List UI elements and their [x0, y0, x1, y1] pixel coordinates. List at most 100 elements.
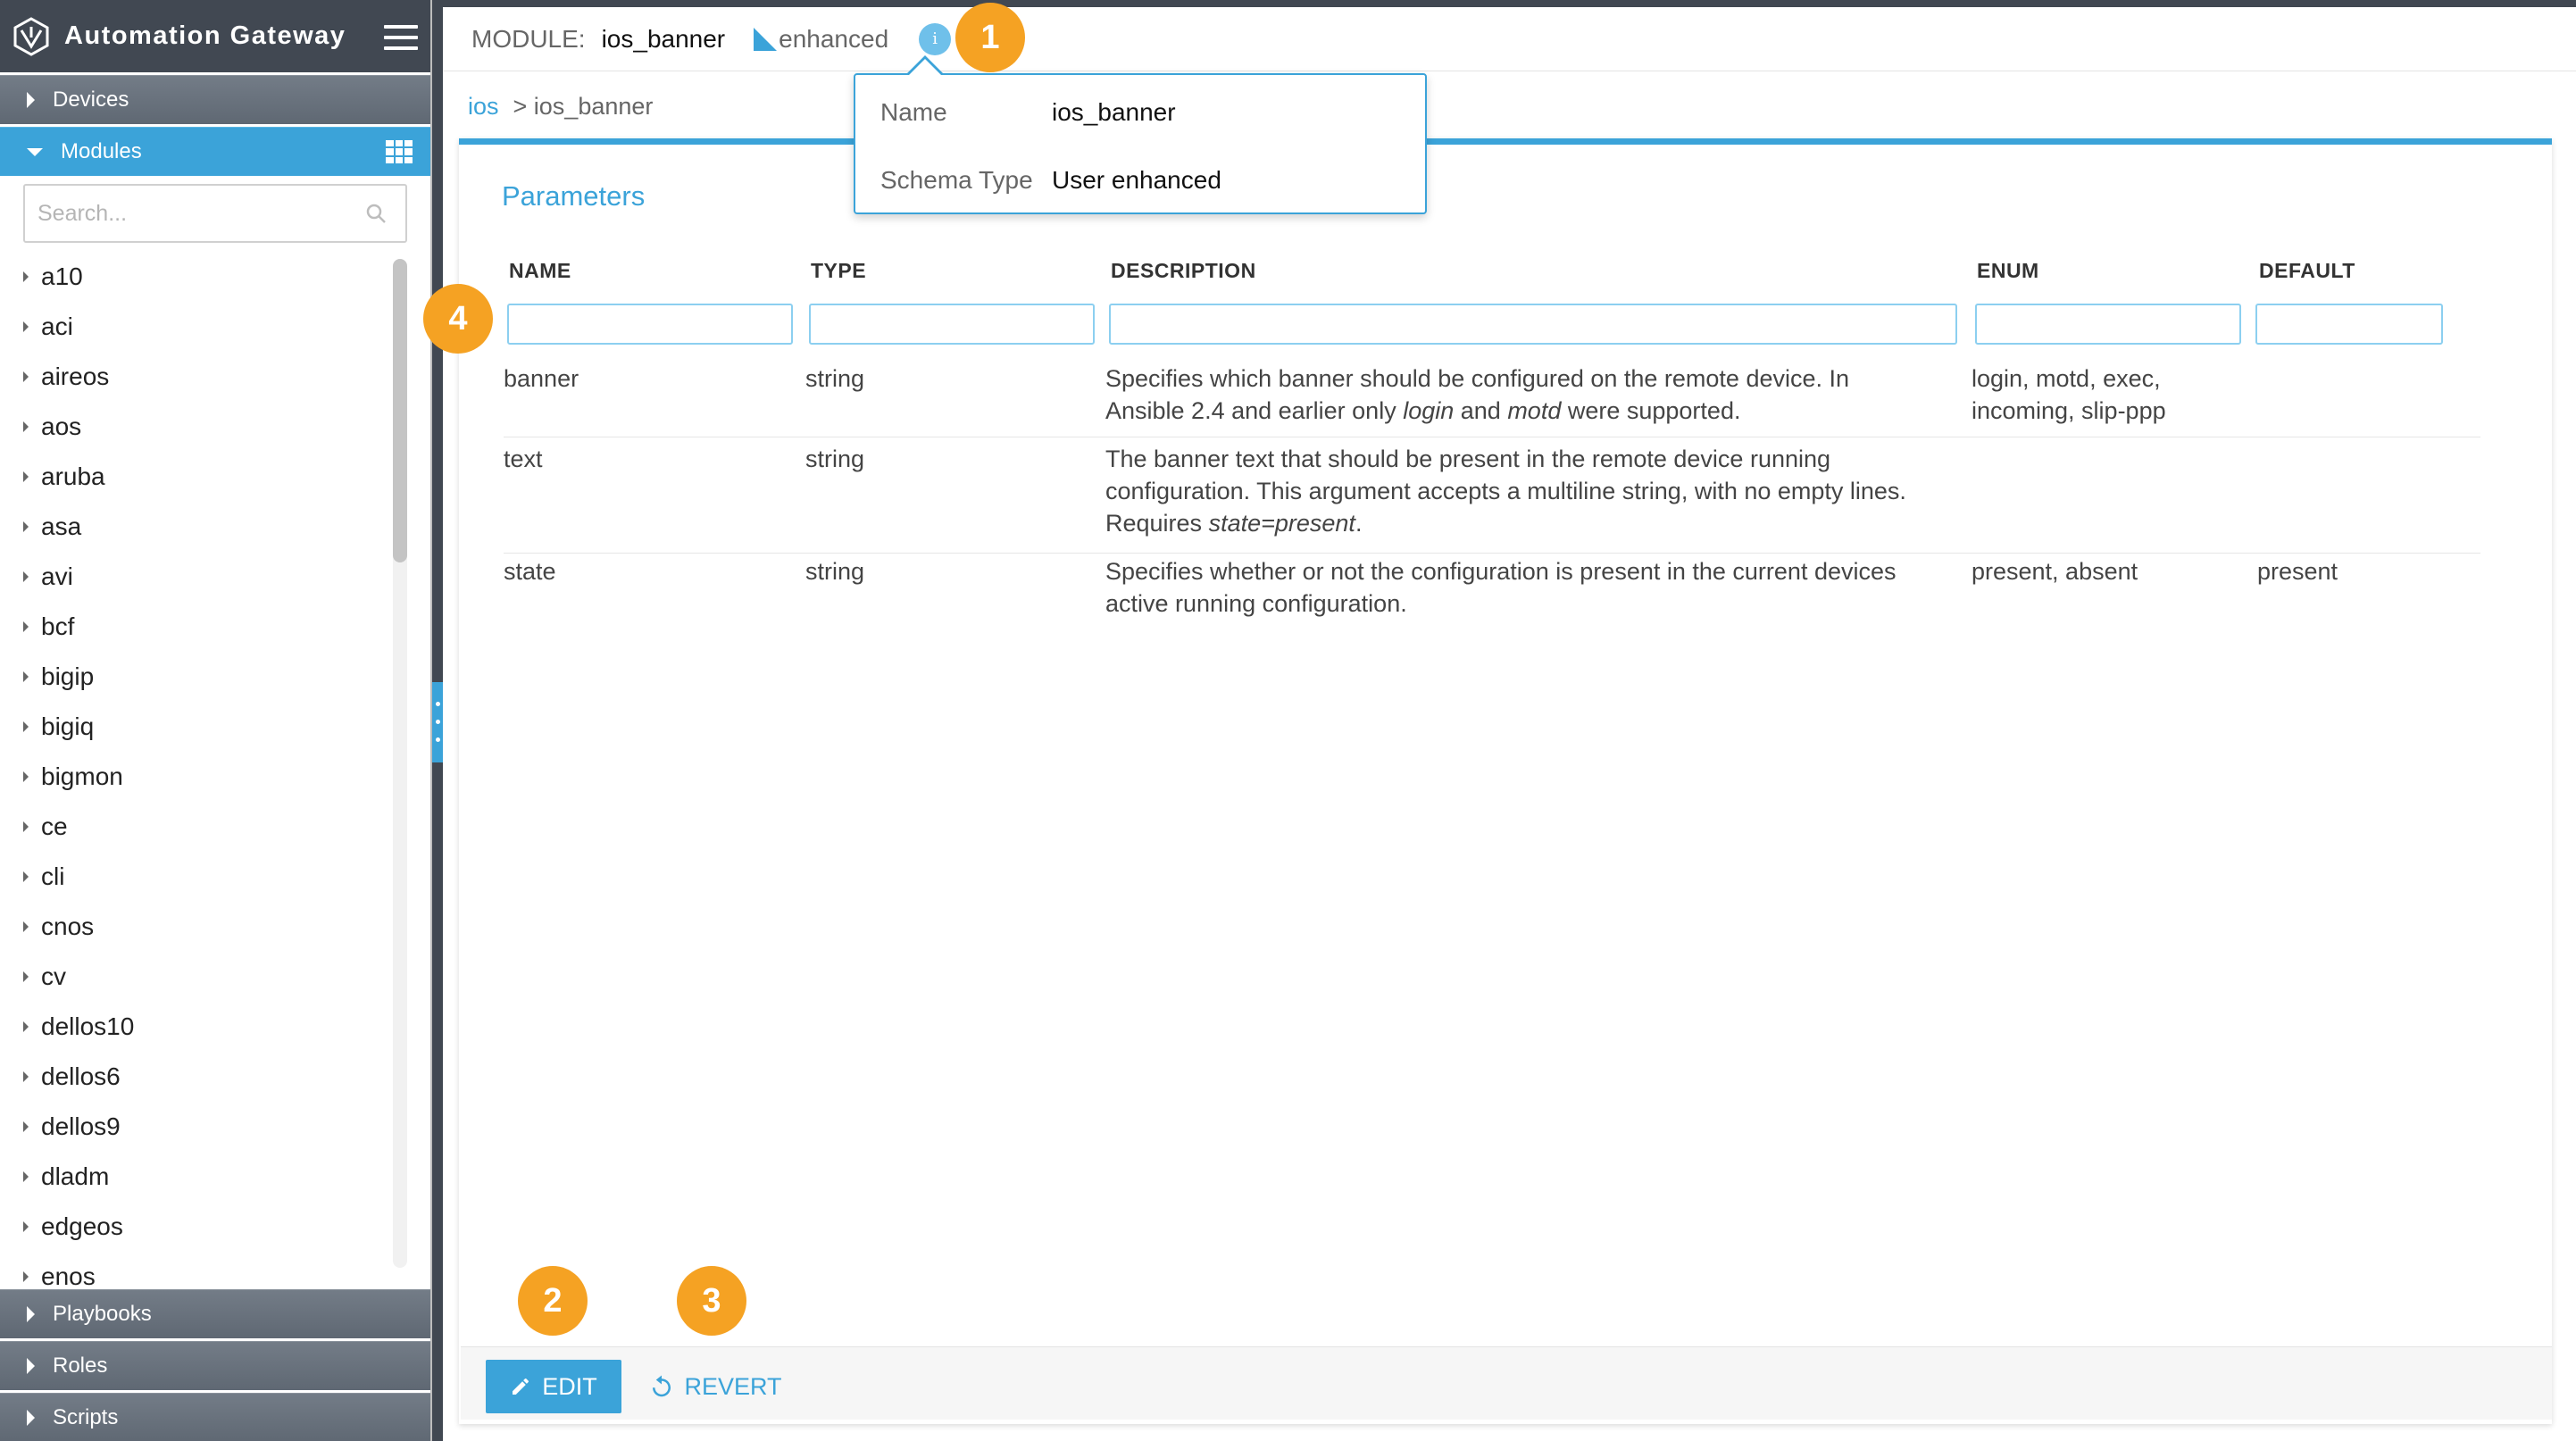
description-emphasis: state=present: [1208, 510, 1355, 537]
revert-button[interactable]: REVERT: [639, 1360, 791, 1413]
column-header-description: DESCRIPTION: [1111, 259, 1256, 282]
module-list-item[interactable]: dellos10: [0, 1002, 393, 1052]
app-title: Automation Gateway: [64, 21, 346, 50]
module-list-item-label: bigip: [41, 662, 95, 690]
module-list-item-label: aci: [41, 312, 73, 340]
description-text: were supported.: [1561, 397, 1741, 424]
column-header-enum: ENUM: [1977, 259, 2039, 282]
module-search-input[interactable]: [25, 186, 329, 241]
module-list-item[interactable]: cv: [0, 952, 393, 1002]
module-list-item[interactable]: enos: [0, 1252, 393, 1289]
description-line: Specifies whether or not the configurati…: [1105, 558, 1897, 585]
hamburger-menu-icon[interactable]: [384, 25, 418, 50]
type-filter-input[interactable]: [809, 304, 1095, 345]
module-list-item[interactable]: dladm: [0, 1152, 393, 1202]
search-icon[interactable]: [366, 204, 386, 223]
module-list-item-label: aos: [41, 412, 82, 440]
nav-section-modules[interactable]: Modules: [0, 127, 430, 176]
expand-arrow-icon: [23, 921, 29, 932]
expand-arrow-icon: [23, 321, 29, 332]
module-list-item[interactable]: bigmon: [0, 752, 393, 802]
module-list-item-label: cli: [41, 862, 65, 890]
description-text: Ansible 2.4 and earlier only: [1105, 397, 1404, 424]
caret-right-icon: [27, 92, 35, 108]
name-filter-input[interactable]: [507, 304, 793, 345]
nav-section-playbooks[interactable]: Playbooks: [0, 1289, 430, 1338]
info-icon[interactable]: i: [919, 22, 952, 55]
module-list-item-label: bcf: [41, 612, 75, 640]
description-filter-input[interactable]: [1109, 304, 1957, 345]
module-list-item-label: bigmon: [41, 762, 123, 790]
popover-name-value: ios_banner: [1052, 98, 1176, 126]
module-list-item[interactable]: aci: [0, 302, 393, 352]
param-enum: login, motd, exec, incoming, slip-ppp: [1972, 362, 2166, 427]
table-row[interactable]: state string Specifies whether or not th…: [504, 555, 2480, 630]
expand-arrow-icon: [23, 1221, 29, 1232]
module-list-item[interactable]: aos: [0, 402, 393, 452]
param-type: string: [805, 446, 865, 472]
description-line: The banner text that should be present i…: [1105, 446, 1831, 472]
table-row[interactable]: text string The banner text that should …: [504, 443, 2480, 554]
param-description: Specifies which banner should be configu…: [1105, 362, 1849, 427]
description-text: Requires: [1105, 510, 1209, 537]
sidebar-splitter[interactable]: [432, 0, 443, 1441]
popover-schema-value: User enhanced: [1052, 166, 1221, 194]
module-list-item[interactable]: aruba: [0, 452, 393, 502]
nav-section-scripts[interactable]: Scripts: [0, 1393, 430, 1441]
description-line: Requires state=present.: [1105, 507, 1906, 539]
module-list-item[interactable]: cli: [0, 852, 393, 902]
callout-badge-1: 1: [955, 3, 1025, 72]
param-name: state: [504, 558, 556, 585]
revert-button-label: REVERT: [684, 1372, 782, 1400]
module-list-item[interactable]: a10: [0, 252, 393, 302]
caret-right-icon: [27, 1306, 35, 1322]
automation-gateway-logo-icon: [13, 16, 49, 56]
expand-arrow-icon: [23, 471, 29, 482]
param-name: text: [504, 446, 543, 472]
module-list-item-label: avi: [41, 562, 73, 590]
module-list-item[interactable]: avi: [0, 552, 393, 602]
parameters-panel: Parameters NAME TYPE DESCRIPTION ENUM DE…: [459, 138, 2552, 1424]
param-type: string: [805, 365, 865, 392]
module-list-item-label: dellos6: [41, 1062, 121, 1090]
module-list-item[interactable]: bigip: [0, 652, 393, 702]
breadcrumb-current: > ios_banner: [513, 93, 654, 120]
module-list-scrollbar[interactable]: [393, 259, 407, 1268]
edit-button[interactable]: EDIT: [486, 1360, 621, 1413]
module-list-item-label: ce: [41, 812, 68, 840]
nav-section-devices[interactable]: Devices: [0, 75, 430, 124]
module-list-item[interactable]: asa: [0, 502, 393, 552]
drag-handle-icon[interactable]: [432, 682, 443, 762]
grid-view-icon[interactable]: [386, 140, 413, 163]
module-list-item[interactable]: bigiq: [0, 702, 393, 752]
module-list-item[interactable]: edgeos: [0, 1202, 393, 1252]
enum-filter-input[interactable]: [1975, 304, 2241, 345]
expand-arrow-icon: [23, 771, 29, 782]
expand-arrow-icon: [23, 421, 29, 432]
param-type: string: [805, 558, 865, 585]
sidebar: Automation Gateway Devices Modules a10 ac…: [0, 0, 432, 1441]
default-filter-input[interactable]: [2255, 304, 2443, 345]
param-default: present: [2257, 558, 2338, 585]
module-list-item[interactable]: bcf: [0, 602, 393, 652]
enhanced-corner-icon: [754, 27, 778, 51]
table-row[interactable]: banner string Specifies which banner sho…: [504, 362, 2480, 437]
module-list-item-label: a10: [41, 262, 83, 290]
param-description: Specifies whether or not the configurati…: [1105, 555, 1897, 620]
enhanced-badge: enhanced: [754, 25, 888, 54]
expand-arrow-icon: [23, 621, 29, 632]
nav-section-label: Modules: [61, 139, 142, 163]
expand-arrow-icon: [23, 271, 29, 282]
module-list-item[interactable]: dellos6: [0, 1052, 393, 1102]
breadcrumb-link-ios[interactable]: ios: [468, 93, 499, 120]
expand-arrow-icon: [23, 571, 29, 582]
module-list-item[interactable]: dellos9: [0, 1102, 393, 1152]
module-list-item[interactable]: ce: [0, 802, 393, 852]
callout-badge-3: 3: [677, 1266, 746, 1336]
column-header-default: DEFAULT: [2259, 259, 2355, 282]
description-line: configuration. This argument accepts a m…: [1105, 478, 1906, 504]
module-list-item[interactable]: cnos: [0, 902, 393, 952]
nav-section-roles[interactable]: Roles: [0, 1341, 430, 1390]
scrollbar-thumb[interactable]: [393, 259, 407, 562]
module-list-item[interactable]: aireos: [0, 352, 393, 402]
